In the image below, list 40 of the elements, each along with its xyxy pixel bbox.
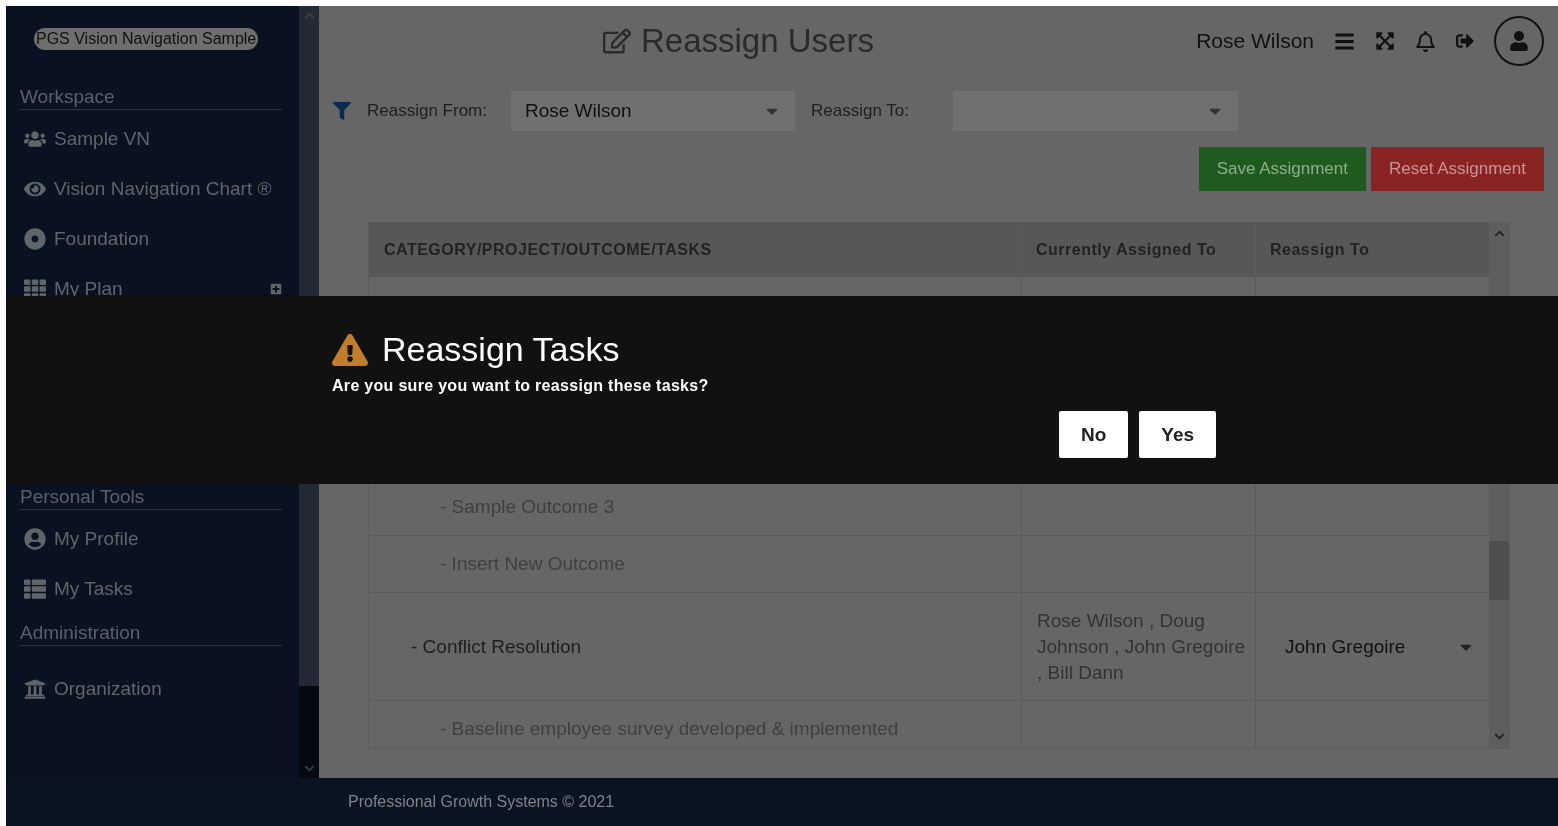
edit-icon — [603, 27, 631, 55]
dialog-message: Are you sure you want to reassign these tasks? — [332, 377, 710, 395]
dialog-title: Reassign Tasks — [382, 330, 620, 369]
avatar[interactable] — [1494, 16, 1544, 66]
sign-out-icon[interactable] — [1456, 32, 1474, 50]
chevron-down-icon[interactable] — [303, 763, 315, 774]
yes-button[interactable]: Yes — [1139, 411, 1217, 458]
menu-icon[interactable] — [1334, 30, 1355, 52]
logo-pill[interactable]: PGS Vision Navigation Sample — [34, 28, 259, 50]
reassign-select[interactable]: John Gregoire — [1271, 633, 1475, 660]
page-title: Reassign Users — [641, 22, 874, 60]
chevron-up-icon[interactable] — [1493, 228, 1505, 239]
bank-icon — [24, 678, 46, 700]
field-label: Reassign From: — [367, 101, 487, 121]
save-button[interactable]: Save Assignment — [1198, 147, 1366, 191]
section-title: Personal Tools — [20, 486, 282, 510]
warning-icon — [332, 331, 368, 368]
no-button[interactable]: No — [1059, 411, 1129, 458]
chevron-down-icon[interactable] — [1493, 731, 1505, 742]
sidebar-item[interactable]: Sample VN — [20, 114, 282, 164]
table-cell: - Conflict Resolution — [369, 593, 1021, 701]
sidebar-item[interactable]: My Tasks — [20, 564, 282, 614]
list-icon — [24, 578, 46, 600]
section-title: Administration — [20, 622, 282, 646]
plus-icon[interactable] — [270, 283, 282, 295]
copyright-text: Professional Growth Systems © 2021 — [348, 793, 615, 811]
sidebar-item[interactable]: Organization — [20, 664, 282, 714]
sidebar-item[interactable]: Vision Navigation Chart ® — [20, 164, 282, 214]
users-icon — [24, 128, 46, 150]
sidebar-item[interactable]: Foundation — [20, 214, 282, 264]
target-icon — [24, 228, 46, 250]
sidebar-item[interactable]: My Profile — [20, 514, 282, 564]
field-label: Reassign To: — [811, 101, 909, 121]
expand-icon[interactable] — [1375, 31, 1395, 51]
reset-button[interactable]: Reset Assignment — [1371, 147, 1544, 191]
user-name: Rose Wilson — [1196, 29, 1314, 53]
reassign-from-select[interactable]: Rose Wilson — [511, 91, 795, 131]
filter-icon — [333, 102, 351, 120]
bell-icon[interactable] — [1415, 30, 1436, 52]
section-title: Workspace — [20, 86, 282, 110]
